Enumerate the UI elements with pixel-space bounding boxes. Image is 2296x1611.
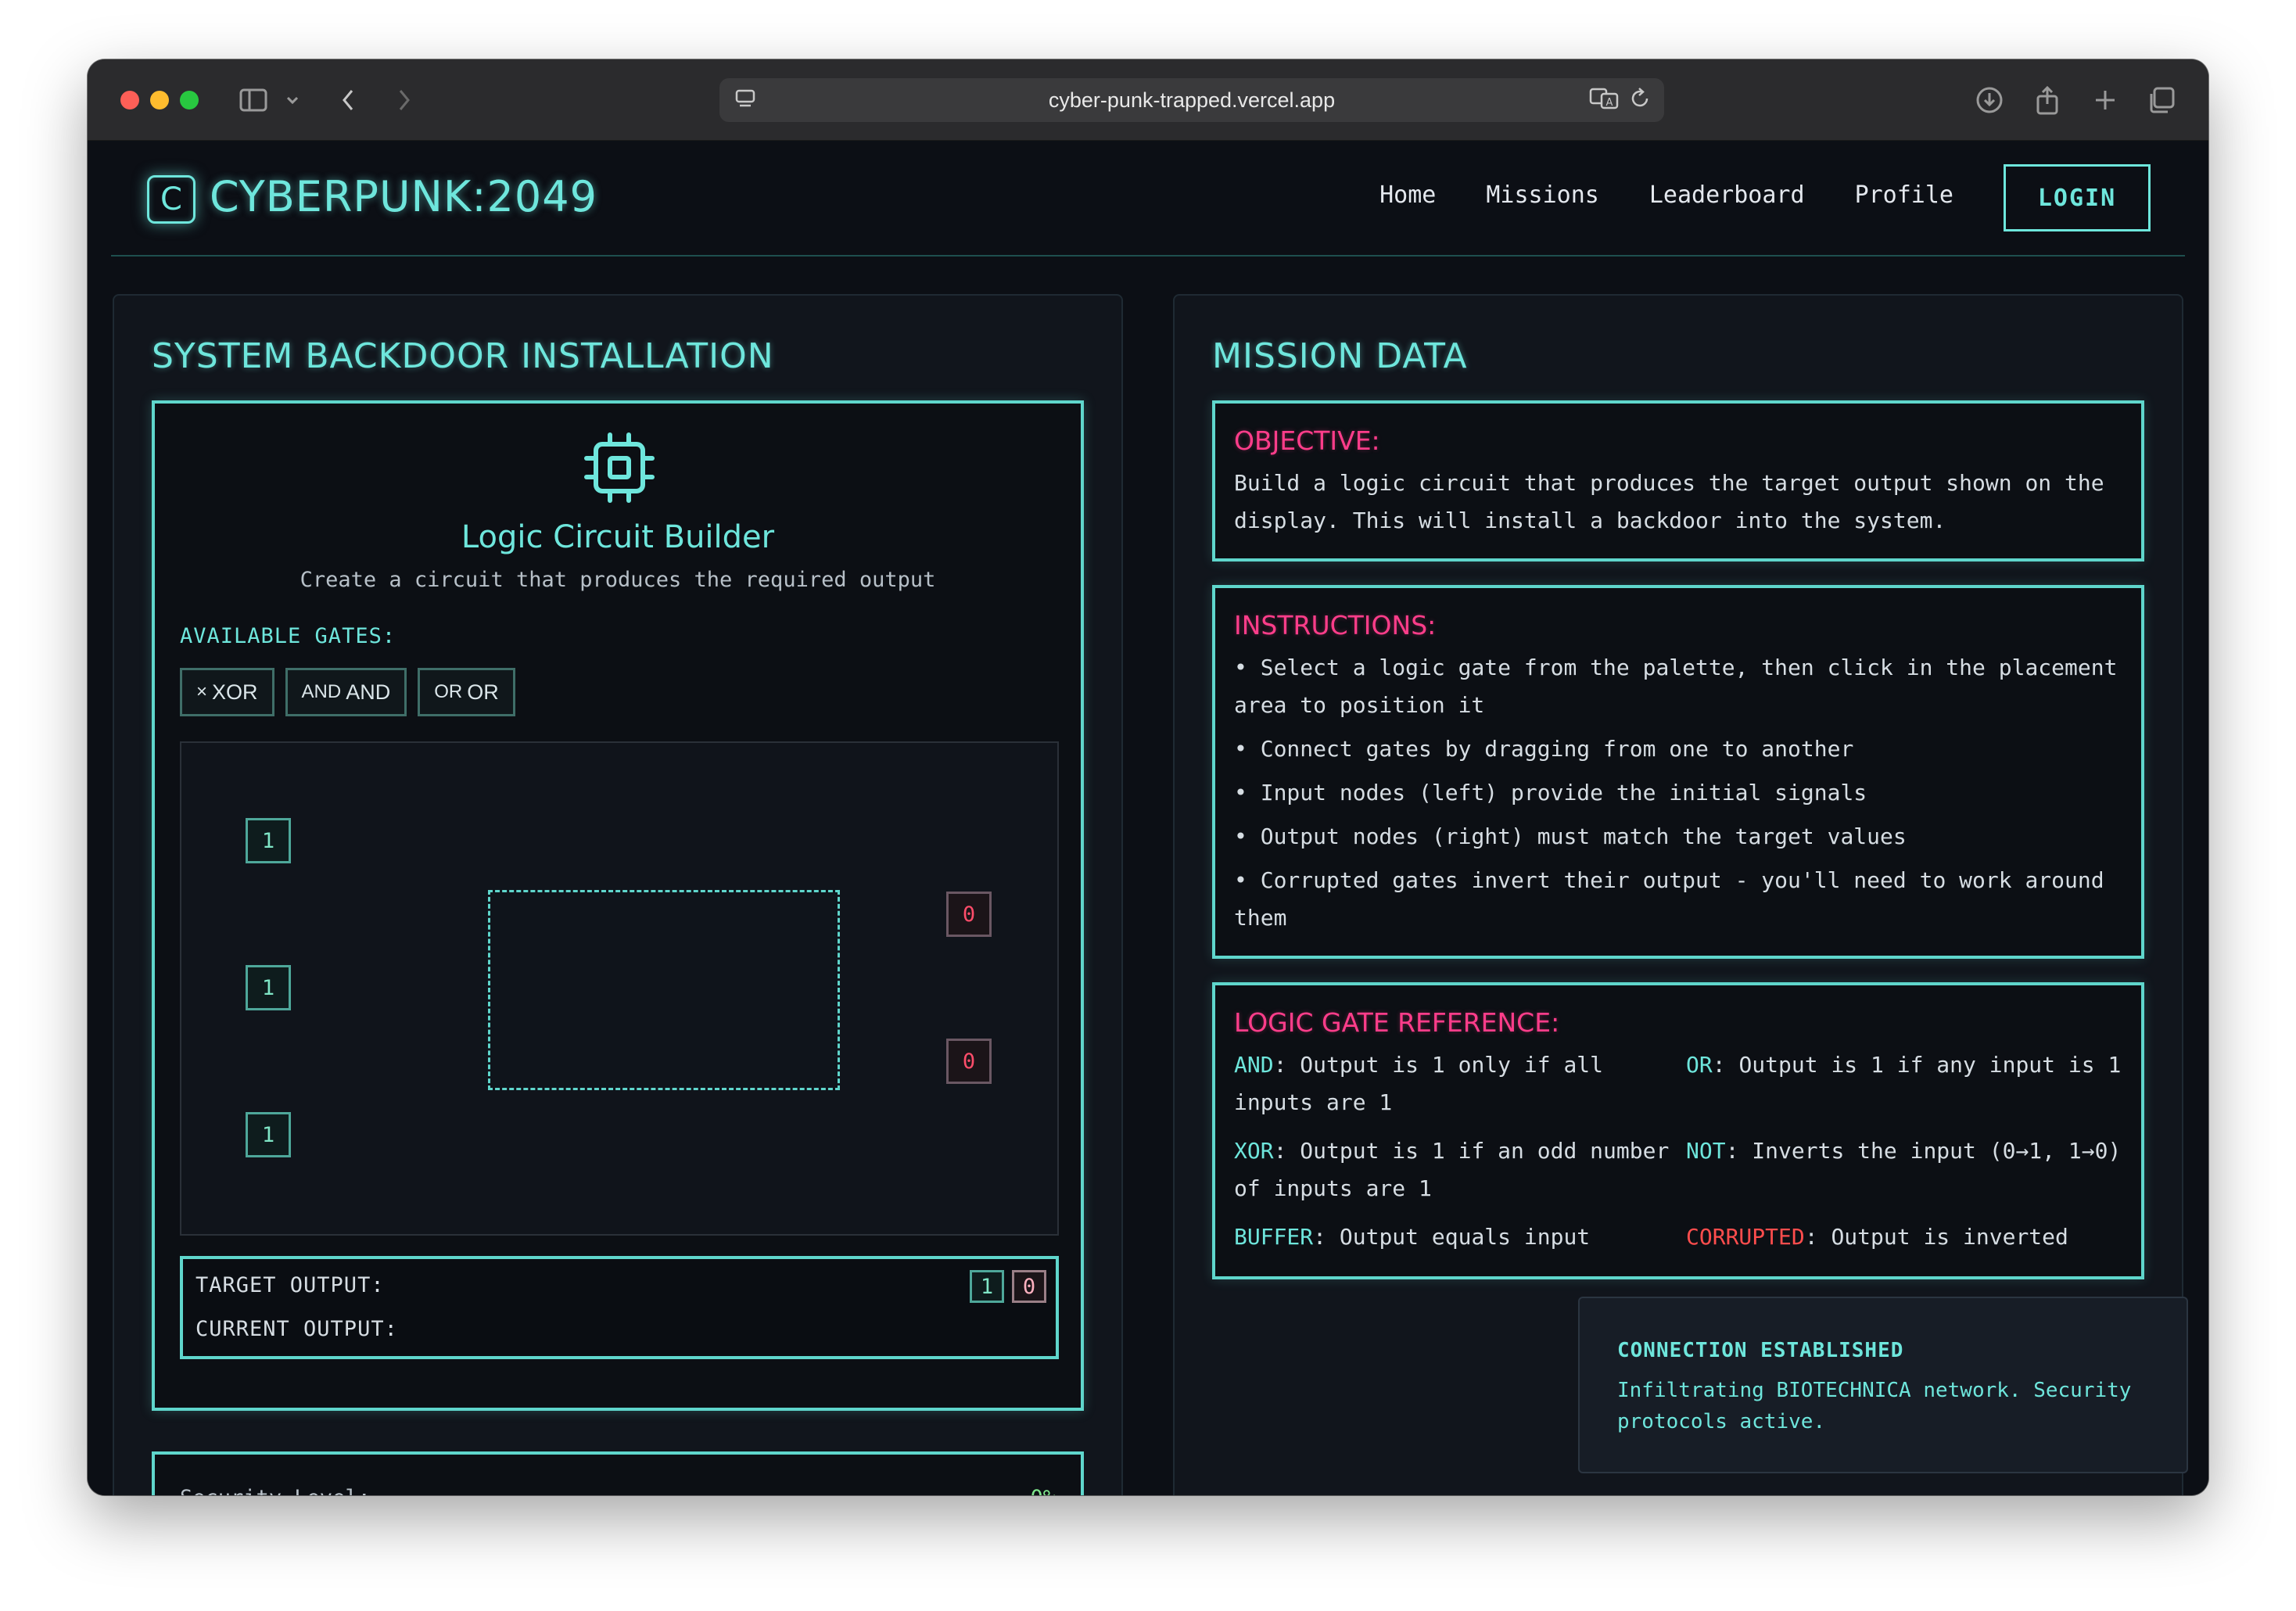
circuit-builder: Logic Circuit Builder Create a circuit t… <box>152 400 1084 1411</box>
objective-heading: OBJECTIVE: <box>1234 425 1380 456</box>
reference-text: Output equals input <box>1339 1224 1591 1250</box>
tab-overview-icon[interactable] <box>2144 83 2179 117</box>
output-node[interactable]: 0 <box>946 1039 992 1084</box>
list-item: Output nodes (right) must match the targ… <box>1234 818 2122 856</box>
download-icon[interactable] <box>1972 83 2007 117</box>
objective-box: OBJECTIVE: Build a logic circuit that pr… <box>1212 400 2144 562</box>
toast-title: CONNECTION ESTABLISHED <box>1617 1339 1904 1362</box>
and-symbol: AND <box>301 681 342 702</box>
target-bit: 0 <box>1012 1270 1046 1303</box>
instructions-box: INSTRUCTIONS: Select a logic gate from t… <box>1212 585 2144 959</box>
browser-window: cyber-punk-trapped.vercel.app A C CYBERP… <box>88 59 2208 1495</box>
reference-key: AND <box>1234 1052 1274 1078</box>
browser-titlebar: cyber-punk-trapped.vercel.app A <box>88 59 2208 141</box>
minimize-window-button[interactable] <box>150 91 169 109</box>
security-level-label: Security Level: <box>180 1486 371 1495</box>
svg-text:A: A <box>1606 97 1613 109</box>
gate-button-or[interactable]: OR OR <box>418 668 515 716</box>
nav-link-home[interactable]: Home <box>1379 181 1436 209</box>
current-output-label: CURRENT OUTPUT: <box>196 1317 398 1341</box>
gate-label: AND <box>346 680 391 704</box>
reference-key: BUFFER <box>1234 1224 1314 1250</box>
toast-message: Infiltrating BIOTECHNICA network. Securi… <box>1617 1379 2132 1433</box>
page-menu-icon[interactable] <box>734 88 757 117</box>
translate-icon[interactable]: A <box>1589 86 1620 117</box>
list-item: Input nodes (left) provide the initial s… <box>1234 774 2122 812</box>
close-window-button[interactable] <box>120 91 139 109</box>
gate-palette: × XOR AND AND OR OR <box>180 668 515 716</box>
page-content: C CYBERPUNK:2049 Home Missions Leaderboa… <box>88 141 2208 1495</box>
reference-item: CORRUPTED: Output is inverted <box>1686 1224 2068 1250</box>
output-node[interactable]: 0 <box>946 892 992 937</box>
reference-item: BUFFER: Output equals input <box>1234 1224 1591 1250</box>
backdoor-panel: SYSTEM BACKDOOR INSTALLATION Logic Circu… <box>113 294 1123 1495</box>
reference-key: XOR <box>1234 1138 1274 1164</box>
security-level-value: 0% <box>1030 1486 1056 1495</box>
target-bits: 1 0 <box>970 1270 1046 1303</box>
output-display: TARGET OUTPUT: CURRENT OUTPUT: 1 0 <box>180 1256 1059 1359</box>
reference-grid: AND: Output is 1 only if all inputs are … <box>1234 1046 2122 1256</box>
circuit-canvas[interactable]: 1 1 1 0 0 <box>180 741 1059 1236</box>
reference-text: Output is 1 if an odd number of inputs a… <box>1234 1138 1670 1201</box>
reference-key: OR <box>1686 1052 1713 1078</box>
objective-text: Build a logic circuit that produces the … <box>1234 470 2104 533</box>
panel-title: MISSION DATA <box>1212 336 1468 376</box>
list-item: Corrupted gates invert their output - yo… <box>1234 862 2122 937</box>
gate-label: XOR <box>212 680 258 704</box>
share-icon[interactable] <box>2030 83 2065 117</box>
reference-item: AND: Output is 1 only if all inputs are … <box>1234 1052 1604 1115</box>
login-button[interactable]: LOGIN <box>2004 164 2151 231</box>
reference-key: CORRUPTED <box>1686 1224 1805 1250</box>
top-nav: C CYBERPUNK:2049 Home Missions Leaderboa… <box>111 141 2185 257</box>
reference-item: NOT: Inverts the input (0→1, 1→0) <box>1686 1138 2122 1164</box>
or-symbol: OR <box>434 681 463 702</box>
gate-button-and[interactable]: AND AND <box>285 668 407 716</box>
builder-subtitle: Create a circuit that produces the requi… <box>300 568 936 592</box>
builder-title: Logic Circuit Builder <box>461 519 775 555</box>
url-text: cyber-punk-trapped.vercel.app <box>1048 88 1336 112</box>
reference-text: Output is inverted <box>1831 1224 2068 1250</box>
nav-link-leaderboard[interactable]: Leaderboard <box>1649 181 1805 209</box>
gates-label: AVAILABLE GATES: <box>180 624 396 648</box>
placement-area[interactable] <box>488 890 840 1090</box>
reference-heading: LOGIC GATE REFERENCE: <box>1234 1007 1560 1038</box>
notification-toast[interactable]: CONNECTION ESTABLISHED Infiltrating BIOT… <box>1578 1297 2188 1473</box>
reference-item: OR: Output is 1 if any input is 1 <box>1686 1052 2122 1078</box>
gate-button-xor[interactable]: × XOR <box>180 668 274 716</box>
logo-text[interactable]: CYBERPUNK:2049 <box>210 172 597 221</box>
reference-text: Output is 1 only if all inputs are 1 <box>1234 1052 1604 1115</box>
nav-links: Home Missions Leaderboard Profile <box>1379 181 1953 209</box>
nav-link-missions[interactable]: Missions <box>1486 181 1599 209</box>
logo-icon[interactable]: C <box>147 175 196 224</box>
nav-link-profile[interactable]: Profile <box>1855 181 1953 209</box>
xor-symbol: × <box>196 681 208 702</box>
list-item: Connect gates by dragging from one to an… <box>1234 730 2122 768</box>
zoom-window-button[interactable] <box>180 91 199 109</box>
list-item: Select a logic gate from the palette, th… <box>1234 649 2122 724</box>
panel-title: SYSTEM BACKDOOR INSTALLATION <box>152 336 774 376</box>
reference-item: XOR: Output is 1 if an odd number of inp… <box>1234 1138 1670 1201</box>
reload-icon[interactable] <box>1628 86 1652 117</box>
sidebar-toggle-icon[interactable] <box>236 83 271 117</box>
new-tab-icon[interactable] <box>2088 83 2122 117</box>
reference-key: NOT <box>1686 1138 1726 1164</box>
instructions-heading: INSTRUCTIONS: <box>1234 610 1437 640</box>
chip-icon <box>584 432 655 503</box>
target-bit: 1 <box>970 1270 1004 1303</box>
reference-text: Output is 1 if any input is 1 <box>1738 1052 2122 1078</box>
target-output-label: TARGET OUTPUT: <box>196 1273 385 1297</box>
input-node[interactable]: 1 <box>246 818 291 863</box>
back-icon[interactable] <box>336 83 360 117</box>
reference-text: Inverts the input (0→1, 1→0) <box>1752 1138 2122 1164</box>
address-bar[interactable]: cyber-punk-trapped.vercel.app A <box>719 78 1664 122</box>
instructions-list: Select a logic gate from the palette, th… <box>1234 649 2122 943</box>
chevron-down-icon[interactable] <box>283 83 302 117</box>
input-node[interactable]: 1 <box>246 965 291 1010</box>
forward-icon[interactable] <box>393 83 416 117</box>
gate-reference-box: LOGIC GATE REFERENCE: AND: Output is 1 o… <box>1212 982 2144 1279</box>
input-node[interactable]: 1 <box>246 1112 291 1157</box>
gate-label: OR <box>467 680 499 704</box>
security-level-box: Security Level: 0% <box>152 1451 1084 1495</box>
